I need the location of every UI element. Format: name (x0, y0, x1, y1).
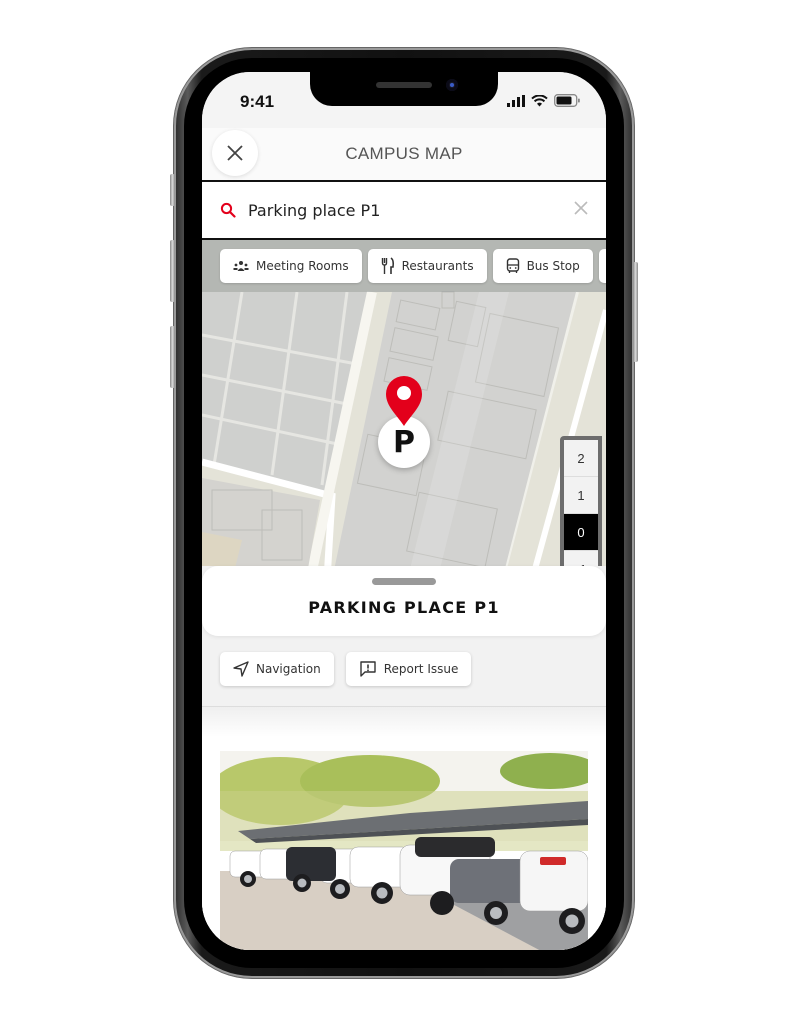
signal-icon (507, 94, 525, 107)
volume-up-button (170, 240, 175, 302)
report-issue-icon (360, 661, 376, 677)
fork-knife-icon (381, 257, 394, 274)
report-issue-button[interactable]: Report Issue (345, 652, 472, 686)
bus-icon (506, 258, 519, 273)
drag-handle[interactable] (372, 578, 436, 585)
phone-screen: 9:41 CAMPUS MAP Parking place P1 Meeting… (202, 72, 606, 950)
search-input[interactable] (248, 194, 548, 226)
navigation-arrow-icon (233, 661, 249, 677)
floor-button-2[interactable]: 2 (564, 440, 598, 477)
detail-sheet: PARKING PLACE P1 Navigation Report Issue (202, 566, 606, 950)
notch (310, 72, 498, 106)
location-pin-icon[interactable] (382, 374, 426, 428)
chip-label: Restaurants (401, 259, 474, 273)
chip-label: Bus Stop (526, 259, 580, 273)
battery-icon (554, 94, 580, 107)
navigation-button[interactable]: Navigation (220, 652, 334, 686)
speaker (376, 82, 432, 88)
parking-photo-image (220, 751, 588, 950)
floor-button-1[interactable]: 1 (564, 477, 598, 514)
chip-train[interactable] (598, 249, 606, 283)
parking-photo[interactable] (220, 751, 588, 950)
place-title: PARKING PLACE P1 (308, 598, 500, 617)
report-issue-label: Report Issue (383, 662, 459, 676)
chip-label: Meeting Rooms (256, 259, 349, 273)
search-bar (202, 180, 606, 240)
silent-switch (170, 174, 175, 206)
chip-bus-stop[interactable]: Bus Stop (492, 249, 593, 283)
navigation-label: Navigation (256, 662, 321, 676)
people-icon (233, 261, 249, 271)
sheet-header: PARKING PLACE P1 (202, 566, 606, 636)
photo-section (202, 707, 606, 950)
app-header: CAMPUS MAP (202, 128, 606, 180)
status-icons (507, 94, 580, 107)
category-chips: Meeting Rooms Restaurants Bus Stop (202, 240, 606, 292)
wifi-icon (531, 94, 548, 106)
volume-down-button (170, 326, 175, 388)
chip-meeting-rooms[interactable]: Meeting Rooms (220, 249, 362, 283)
chip-restaurants[interactable]: Restaurants (367, 249, 487, 283)
front-camera (446, 79, 458, 91)
action-buttons: Navigation Report Issue (220, 652, 472, 686)
search-icon (220, 202, 236, 218)
status-time: 9:41 (240, 92, 275, 111)
floor-button-0[interactable]: 0 (564, 514, 598, 551)
power-button (633, 262, 638, 362)
page-title: CAMPUS MAP (345, 144, 463, 163)
clear-icon[interactable] (574, 201, 588, 215)
